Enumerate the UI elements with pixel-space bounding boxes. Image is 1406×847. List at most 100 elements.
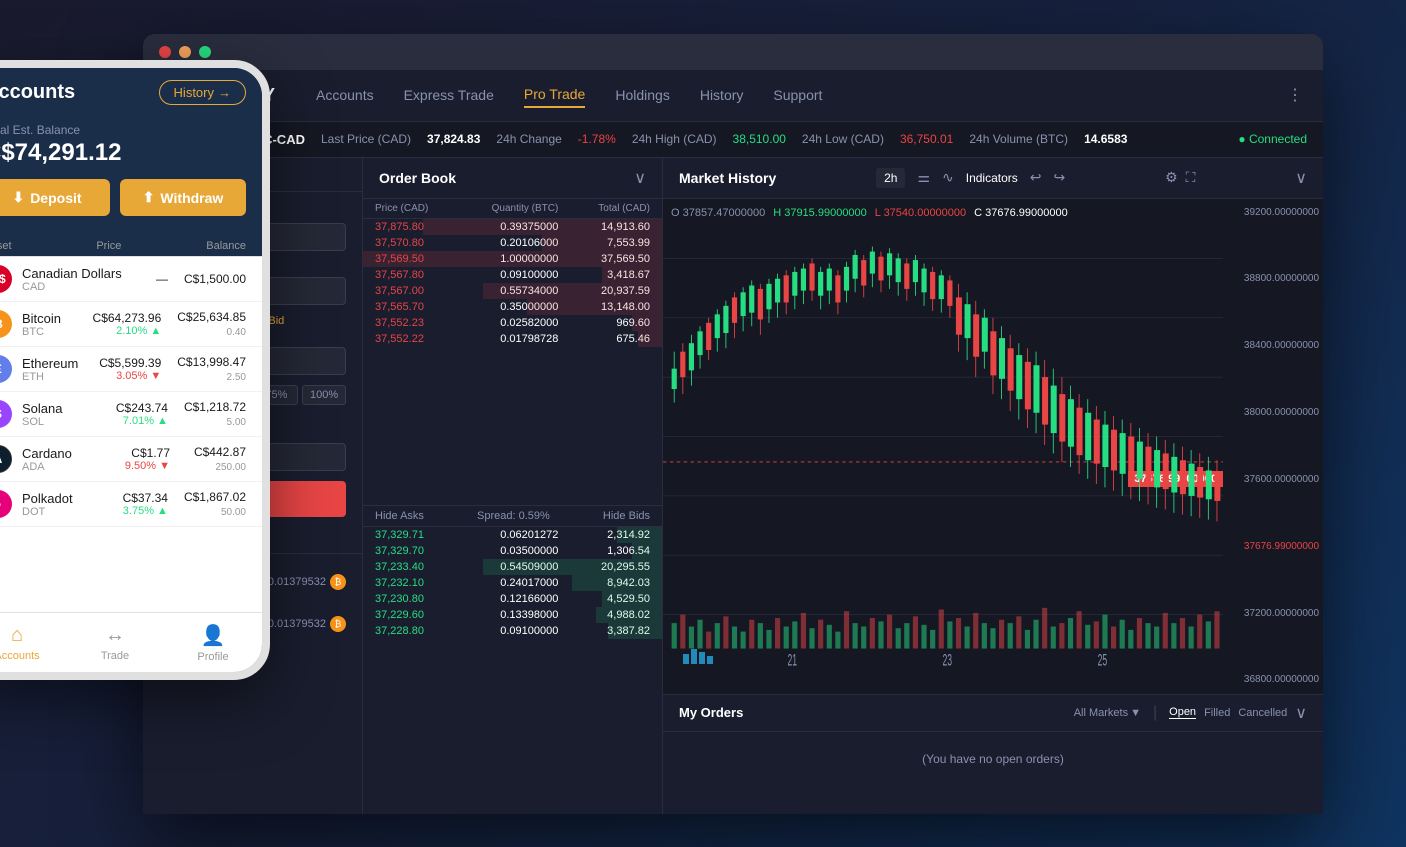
filter-filled-tab[interactable]: Filled: [1204, 707, 1230, 719]
table-row[interactable]: 37,875.80 0.39375000 14,913.60: [363, 219, 662, 235]
chart-line-icon[interactable]: ∿: [942, 169, 954, 186]
table-row[interactable]: 37,329.70 0.03500000 1,306.54: [363, 543, 662, 559]
maximize-dot[interactable]: [199, 46, 211, 58]
nav-support[interactable]: Support: [773, 83, 822, 107]
chart-type-icon[interactable]: ⚌: [917, 169, 930, 186]
mobile-app-title: Accounts: [0, 81, 75, 104]
mobile-header: Accounts History →: [0, 68, 262, 115]
hide-asks-button[interactable]: Hide Asks: [375, 510, 424, 522]
volume-label: 24h Volume (BTC): [969, 132, 1068, 146]
nav-items: Accounts Express Trade Pro Trade Holding…: [316, 82, 1287, 108]
order-book-title: Order Book: [379, 170, 456, 186]
list-item[interactable]: C$ Canadian Dollars CAD — C$1,500.00: [0, 257, 262, 302]
deposit-button[interactable]: ⬇ Deposit: [0, 179, 110, 216]
my-orders-chevron-icon[interactable]: ∨: [1295, 703, 1307, 723]
table-row[interactable]: 37,329.71 0.06201272 2,314.92: [363, 527, 662, 543]
list-item[interactable]: ● Polkadot DOT C$37.34 3.75% ▲ C$1,867.0…: [0, 482, 262, 527]
minimize-dot[interactable]: [179, 46, 191, 58]
spread-row: Hide Asks Spread: 0.59% Hide Bids: [363, 505, 662, 527]
asset-balance: C$1,218.725.00: [184, 400, 246, 428]
table-row[interactable]: 37,567.80 0.09100000 3,418.67: [363, 267, 662, 283]
table-row[interactable]: 37,229.60 0.13398000 4,988.02: [363, 607, 662, 623]
asset-balance: C$25,634.850.40: [177, 310, 246, 338]
nav-history[interactable]: History: [700, 83, 744, 107]
ticker-bar: ☰ ₿ CA BTC-CAD Last Price (CAD) 37,824.8…: [143, 122, 1323, 158]
asset-balance: C$13,998.472.50: [177, 355, 246, 383]
asset-list-header: Asset Price Balance: [0, 232, 262, 257]
nav-trade[interactable]: ↔ Trade: [66, 613, 164, 672]
nav-accounts[interactable]: ⌂ Accounts: [0, 613, 66, 672]
table-row[interactable]: 37,232.10 0.24017000 8,942.03: [363, 575, 662, 591]
asset-price: C$64,273.96 2.10% ▲: [93, 311, 162, 337]
total-col-header: Total (CAD): [558, 203, 650, 214]
browser-titlebar: [143, 34, 1323, 70]
svg-text:21: 21: [787, 650, 797, 669]
asset-info: Polkadot DOT: [22, 491, 123, 518]
table-row[interactable]: 37,552.22 0.01798728 675.46: [363, 331, 662, 347]
my-orders-header: My Orders All Markets ▼ | Open Filled Ca…: [663, 695, 1323, 732]
chart-panel-chevron-icon[interactable]: ∨: [1295, 168, 1307, 188]
volume-value-1: 0.01379532: [268, 576, 326, 588]
settings-icon[interactable]: ⚙: [1165, 169, 1178, 186]
list-item[interactable]: A Cardano ADA C$1.77 9.50% ▼ C$442.87250…: [0, 437, 262, 482]
pct-100-button[interactable]: 100%: [302, 385, 346, 405]
spread-value: Spread: 0.59%: [477, 510, 550, 522]
my-orders-filters: All Markets ▼ | Open Filled Cancelled: [1074, 704, 1288, 722]
price-col-header: Price (CAD): [375, 203, 467, 214]
chart-action-icons: ⚙ ⛶: [1165, 169, 1195, 186]
chart-indicator-widget: [683, 644, 713, 664]
high-label: 24h High (CAD): [632, 132, 717, 146]
indicators-button[interactable]: Indicators: [966, 171, 1018, 185]
mobile-history-button[interactable]: History →: [159, 80, 246, 105]
volume-value-2: 0.01379532: [268, 618, 326, 630]
filter-open-tab[interactable]: Open: [1169, 706, 1196, 719]
table-row[interactable]: 37,552.23 0.02582000 969.60: [363, 315, 662, 331]
market-history-title: Market History: [679, 170, 776, 186]
asset-price: C$243.74 7.01% ▲: [116, 401, 168, 427]
table-row[interactable]: 37,228.80 0.09100000 3,387.82: [363, 623, 662, 639]
list-item[interactable]: ₿ Bitcoin BTC C$64,273.96 2.10% ▲ C$25,6…: [0, 302, 262, 347]
undo-icon[interactable]: ↩: [1030, 169, 1042, 186]
svg-text:23: 23: [943, 650, 953, 669]
nav-express-trade[interactable]: Express Trade: [404, 83, 494, 107]
table-row[interactable]: 37,567.00 0.55734000 20,937.59: [363, 283, 662, 299]
table-row[interactable]: 37,565.70 0.35000000 13,148.00: [363, 299, 662, 315]
volume-value: 14.6583: [1084, 132, 1127, 146]
qty-col-header: Quantity (BTC): [467, 203, 559, 214]
filter-cancelled-tab[interactable]: Cancelled: [1238, 707, 1287, 719]
nav-accounts[interactable]: Accounts: [316, 83, 374, 107]
order-book-panel: Order Book ∨ Price (CAD) Quantity (BTC) …: [363, 158, 663, 814]
candlestick-chart: 21 23 25: [663, 199, 1223, 674]
order-book-chevron-icon[interactable]: ∨: [634, 168, 646, 188]
fullscreen-icon[interactable]: ⛶: [1186, 169, 1196, 186]
nav-holdings[interactable]: Holdings: [615, 83, 669, 107]
table-row[interactable]: 37,569.50 1.00000000 37,569.50: [363, 251, 662, 267]
y-label-4: 38000.00000000: [1227, 407, 1319, 418]
timeframe-2h-button[interactable]: 2h: [876, 168, 905, 188]
nav-more-menu[interactable]: ⋮: [1287, 85, 1303, 105]
list-item[interactable]: Ξ Ethereum ETH C$5,599.39 3.05% ▼ C$13,9…: [0, 347, 262, 392]
list-item[interactable]: S Solana SOL C$243.74 7.01% ▲ C$1,218.72…: [0, 392, 262, 437]
table-row[interactable]: 37,230.80 0.12166000 4,529.50: [363, 591, 662, 607]
table-row[interactable]: 37,233.40 0.54509000 20,295.55: [363, 559, 662, 575]
y-label-1: 39200.00000000: [1227, 207, 1319, 218]
markets-filter-dropdown[interactable]: All Markets ▼: [1074, 707, 1141, 719]
close-dot[interactable]: [159, 46, 171, 58]
order-book-asks: 37,875.80 0.39375000 14,913.60 37,570.80…: [363, 219, 662, 506]
asset-list-container: Asset Price Balance C$ Canadian Dollars …: [0, 232, 262, 612]
hide-bids-button[interactable]: Hide Bids: [603, 510, 650, 522]
cad-icon: C$: [0, 265, 12, 293]
btc-icon-small-2: ₿: [330, 616, 346, 632]
asset-balance: C$442.87250.00: [186, 445, 246, 473]
asset-info: Ethereum ETH: [22, 356, 99, 383]
nav-pro-trade[interactable]: Pro Trade: [524, 82, 585, 108]
nav-profile[interactable]: 👤 Profile: [164, 613, 262, 672]
my-orders-panel: My Orders All Markets ▼ | Open Filled Ca…: [663, 694, 1323, 814]
table-row[interactable]: 37,570.80 0.20106000 7,553.99: [363, 235, 662, 251]
mobile-app: Accounts History → Total Est. Balance C$…: [0, 60, 270, 680]
withdraw-button[interactable]: ⬆ Withdraw: [120, 179, 246, 216]
asset-price: C$5,599.39 3.05% ▼: [99, 356, 161, 382]
asset-rows: C$ Canadian Dollars CAD — C$1,500.00 ₿: [0, 257, 262, 612]
y-label-2: 38800.00000000: [1227, 273, 1319, 284]
redo-icon[interactable]: ↪: [1054, 169, 1066, 186]
